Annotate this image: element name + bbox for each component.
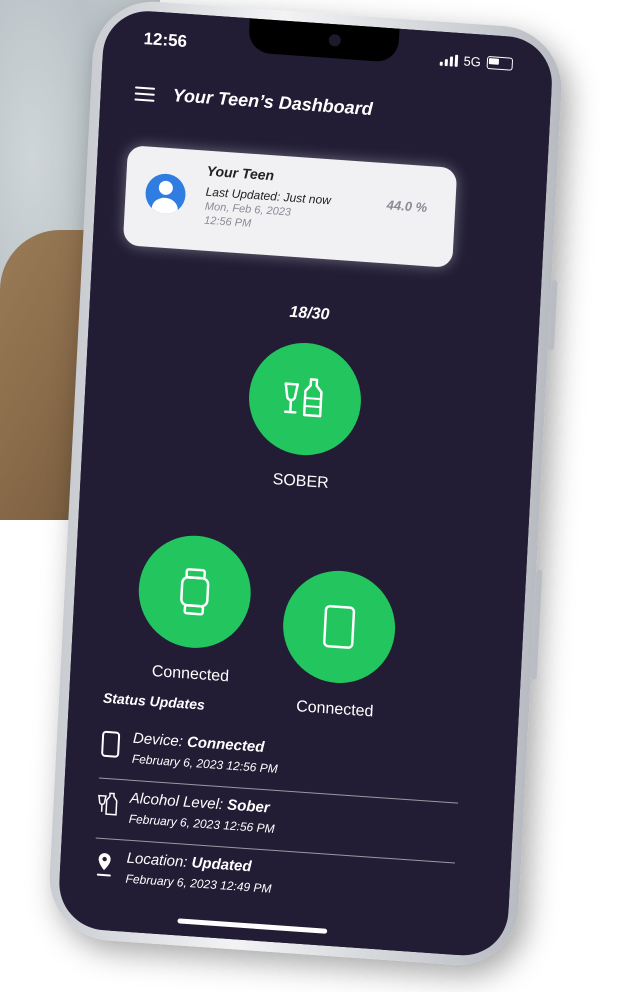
watch-device-button[interactable]	[136, 532, 254, 652]
teen-name: Your Teen	[206, 163, 274, 184]
avatar-icon	[145, 172, 187, 215]
hamburger-menu-icon[interactable]	[134, 86, 155, 105]
alcohol-status-label: SOBER	[244, 469, 357, 495]
phone-frame: 12:56 5G Your Teen’s Dashboard	[47, 0, 565, 969]
phone-mockup: 12:56 5G Your Teen’s Dashboard	[45, 0, 614, 992]
update-title: Location: Updated	[126, 850, 252, 876]
network-label: 5G	[463, 53, 481, 69]
location-pin-icon	[94, 849, 115, 878]
notch	[248, 18, 399, 62]
phone-status-label: Connected	[254, 695, 415, 724]
update-title: Device: Connected	[133, 730, 265, 756]
page-title: Your Teen’s Dashboard	[172, 85, 373, 120]
volume-button	[548, 280, 558, 350]
camera-icon	[329, 34, 342, 47]
bac-percentage: 44.0 %	[386, 197, 427, 215]
app-screen: 12:56 5G Your Teen’s Dashboard	[57, 8, 554, 958]
reading-counter: 18/30	[89, 290, 529, 339]
teen-summary-card[interactable]: Your Teen Last Updated: Just now Mon, Fe…	[123, 145, 457, 268]
phone-device-button[interactable]	[280, 567, 398, 687]
home-indicator[interactable]	[177, 918, 327, 933]
drinks-icon	[276, 369, 335, 429]
tablet-icon	[310, 597, 369, 657]
drinks-icon	[97, 790, 118, 819]
status-indicators: 5G	[439, 52, 513, 72]
update-time: 12:56 PM	[204, 215, 252, 230]
watch-status-label: Connected	[110, 660, 271, 689]
signal-icon	[439, 53, 458, 66]
phone-icon	[100, 730, 121, 759]
status-time: 12:56	[143, 29, 187, 52]
alcohol-status-button[interactable]	[246, 339, 364, 459]
battery-icon	[487, 56, 514, 71]
smartwatch-icon	[165, 562, 224, 622]
status-updates-heading: Status Updates	[103, 690, 206, 713]
power-button	[531, 570, 543, 680]
